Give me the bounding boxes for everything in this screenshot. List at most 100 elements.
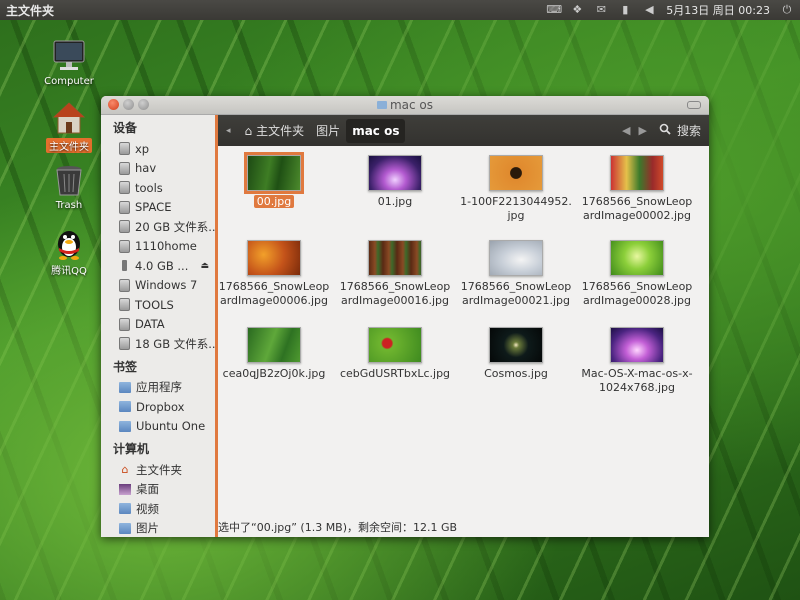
home-folder-icon: [51, 100, 87, 136]
sidebar-item-1110home[interactable]: 1110home: [101, 237, 215, 257]
usb-drive-icon: [122, 260, 127, 272]
desktop-icon-label: Trash: [55, 200, 83, 211]
file-name: 1768566_SnowLeopardImage00002.jpg: [581, 195, 693, 222]
sidebar-item-videos[interactable]: 视频: [101, 499, 215, 519]
sidebar-item-label: 18 GB 文件系...: [135, 336, 218, 351]
sidebar-item-label: TOOLS: [135, 297, 174, 312]
file-grid: 00.jpg 01.jpg 1-100F2213044952.jpg 17685…: [218, 150, 709, 519]
breadcrumb-label: 图片: [316, 124, 341, 138]
session-menu-icon[interactable]: ⏻: [780, 4, 794, 16]
file-name: Cosmos.jpg: [484, 367, 548, 380]
qq-icon: [51, 224, 87, 260]
sidebar-item-space[interactable]: SPACE: [101, 198, 215, 218]
file-name: 1768566_SnowLeopardImage00006.jpg: [218, 280, 330, 307]
image-thumbnail: [610, 327, 664, 363]
computer-icon: [51, 38, 87, 74]
trash-icon: [51, 162, 87, 198]
file-item[interactable]: Cosmos.jpg: [460, 324, 572, 380]
sidebar-item-applications[interactable]: 应用程序: [101, 378, 215, 398]
volume-icon[interactable]: ◀: [642, 4, 656, 16]
sidebar-item-home[interactable]: ⌂ 主文件夹: [101, 460, 215, 480]
sidebar-item-18gb[interactable]: 18 GB 文件系...: [101, 334, 215, 354]
desktop-icon-home[interactable]: 主文件夹: [34, 100, 104, 153]
sidebar-item-hav[interactable]: hav: [101, 159, 215, 179]
breadcrumb-current[interactable]: mac os: [346, 118, 406, 143]
network-icon[interactable]: ▮: [618, 4, 632, 16]
file-item[interactable]: 1768566_SnowLeopardImage00016.jpg: [339, 237, 451, 307]
image-thumbnail: [368, 327, 422, 363]
sidebar-item-tools[interactable]: tools: [101, 178, 215, 198]
sidebar-item-xp[interactable]: xp: [101, 139, 215, 159]
file-item[interactable]: 1768566_SnowLeopardImage00002.jpg: [581, 152, 693, 222]
image-thumbnail: [610, 240, 664, 276]
mail-icon[interactable]: ✉: [594, 4, 608, 16]
chevron-left-icon[interactable]: ◂: [226, 126, 231, 136]
home-icon: ⌂: [121, 463, 129, 477]
sidebar-item-label: 主文件夹: [136, 462, 182, 477]
file-item[interactable]: 01.jpg: [339, 152, 451, 208]
drive-icon: [119, 161, 130, 175]
sidebar-item-ubuntu-one[interactable]: Ubuntu One: [101, 417, 215, 437]
window-title: mac os: [101, 98, 709, 112]
sidebar-item-tools-upper[interactable]: TOOLS: [101, 295, 215, 315]
sidebar-item-label: 4.0 GB ...: [135, 258, 189, 273]
breadcrumb-home[interactable]: ⌂ 主文件夹: [239, 119, 311, 143]
back-arrow-icon[interactable]: ◀: [622, 124, 630, 137]
sidebar-item-label: 图片: [136, 521, 159, 536]
drive-icon: [119, 278, 130, 292]
desktop-icon-label: 主文件夹: [46, 138, 92, 153]
image-thumbnail: [489, 155, 543, 191]
folder-icon: [119, 420, 131, 432]
desktop-icon-trash[interactable]: Trash: [34, 162, 104, 211]
sidebar-item-dropbox[interactable]: Dropbox: [101, 397, 215, 417]
desktop-icon-qq[interactable]: 腾讯QQ: [34, 224, 104, 277]
dropbox-icon[interactable]: ❖: [570, 4, 584, 16]
eject-icon[interactable]: ⏏: [200, 261, 209, 271]
file-item[interactable]: 00.jpg: [218, 152, 330, 208]
sidebar-item-20gb[interactable]: 20 GB 文件系...: [101, 217, 215, 237]
sidebar-item-desktop[interactable]: 桌面: [101, 480, 215, 500]
file-item[interactable]: 1768566_SnowLeopardImage00021.jpg: [460, 237, 572, 307]
file-item[interactable]: cea0qJB2zOj0k.jpg: [218, 324, 330, 380]
desktop-icon-label: 腾讯QQ: [51, 266, 87, 277]
sidebar-item-label: 视频: [136, 501, 159, 516]
file-name: cebGdUSRTbxLc.jpg: [339, 367, 451, 380]
desktop-icon-computer[interactable]: Computer: [34, 38, 104, 87]
window-titlebar[interactable]: mac os: [101, 96, 709, 115]
sidebar-item-data[interactable]: DATA: [101, 315, 215, 335]
window-menu-icon[interactable]: [687, 101, 701, 109]
file-item[interactable]: 1768566_SnowLeopardImage00006.jpg: [218, 237, 330, 307]
active-app-title: 主文件夹: [6, 3, 55, 18]
search-button[interactable]: 搜索: [659, 122, 701, 139]
sidebar-item-label: hav: [135, 161, 157, 176]
clock[interactable]: 5月13日 周日 00:23: [666, 2, 770, 18]
status-bar: 选中了“00.jpg” (1.3 MB)，剩余空间：12.1 GB: [218, 521, 458, 534]
history-navigation: ◀ ▶: [622, 124, 647, 137]
breadcrumb-label: 主文件夹: [256, 124, 305, 138]
sidebar-item-label: 桌面: [136, 482, 159, 497]
sidebar-item-label: SPACE: [135, 200, 172, 215]
image-thumbnail: [247, 327, 301, 363]
breadcrumb-pictures[interactable]: 图片: [310, 119, 346, 143]
file-name: 1768566_SnowLeopardImage00028.jpg: [581, 280, 693, 307]
keyboard-icon[interactable]: ⌨: [546, 4, 562, 16]
sidebar-item-windows7[interactable]: Windows 7: [101, 276, 215, 296]
path-toolbar: ◂ ⌂ 主文件夹 图片 mac os ◀ ▶ 搜索: [218, 115, 709, 146]
folder-icon: [376, 101, 387, 109]
desktop-icon-label: Computer: [44, 76, 94, 87]
sidebar-section-bookmarks: 书签: [113, 359, 138, 374]
file-item[interactable]: Mac-OS-X-mac-os-x-1024x768.jpg: [581, 324, 693, 394]
file-item[interactable]: 1-100F2213044952.jpg: [460, 152, 572, 222]
search-label: 搜索: [676, 124, 701, 138]
sidebar-item-pictures[interactable]: 图片: [101, 519, 215, 538]
file-manager-window: mac os 设备 xp hav tools SPACE 20 GB 文件系..…: [101, 96, 709, 537]
forward-arrow-icon[interactable]: ▶: [639, 124, 647, 137]
file-item[interactable]: cebGdUSRTbxLc.jpg: [339, 324, 451, 380]
sidebar-item-usb[interactable]: 4.0 GB ... ⏏: [101, 256, 215, 276]
sidebar-item-label: Dropbox: [136, 399, 185, 414]
folder-icon: [119, 522, 131, 534]
file-name: cea0qJB2zOj0k.jpg: [222, 367, 326, 380]
file-item[interactable]: 1768566_SnowLeopardImage00028.jpg: [581, 237, 693, 307]
image-thumbnail: [368, 240, 422, 276]
drive-icon: [119, 142, 130, 156]
